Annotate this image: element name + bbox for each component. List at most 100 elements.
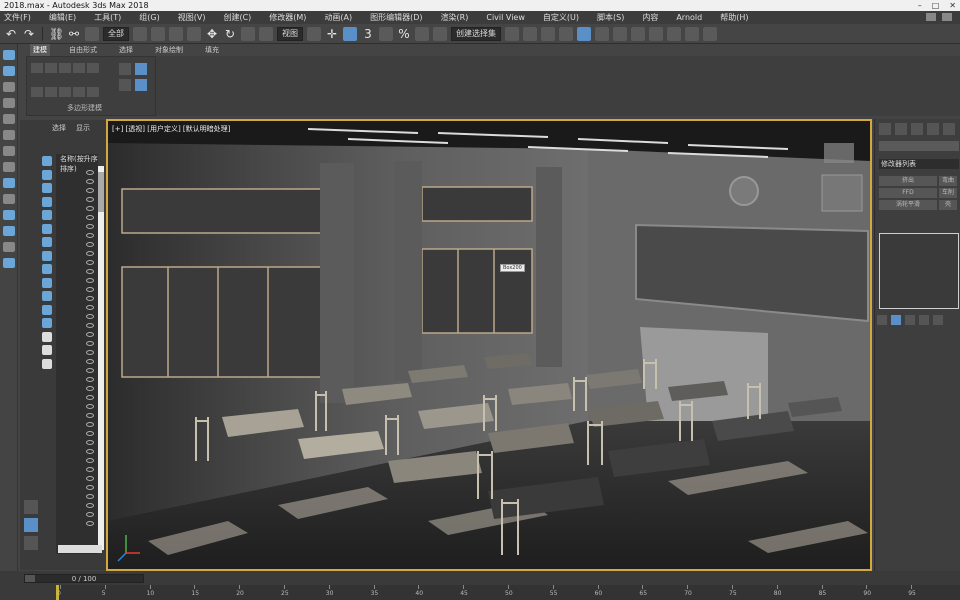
hierarchy-tab-icon[interactable] [911,123,923,135]
link-icon[interactable]: ⛓ [49,27,64,41]
configure-modifier-sets-icon[interactable] [933,315,943,325]
create-light-icon[interactable] [2,50,15,60]
eye-icon[interactable] [86,359,94,364]
camera-icon[interactable] [2,210,15,220]
eye-icon[interactable] [86,206,94,211]
modify-tab-icon[interactable] [895,123,907,135]
eye-icon[interactable] [86,269,94,274]
eye-icon[interactable] [86,251,94,256]
ribbon-tool-icon[interactable] [31,63,43,73]
filter-cameras-icon[interactable] [42,196,52,207]
eye-icon[interactable] [86,377,94,382]
scrollbar-thumb[interactable] [98,172,104,212]
ribbon-tab-modeling[interactable]: 建模 [30,44,50,56]
menu-item-content[interactable]: 内容 [642,12,658,23]
eye-icon[interactable] [86,368,94,373]
select-by-name-icon[interactable] [151,26,165,41]
modifier-stack[interactable] [879,233,959,309]
render-setup-icon[interactable] [649,26,663,41]
minimize-icon[interactable]: – [918,0,922,11]
selection-filter-dropdown[interactable]: 全部 [103,26,129,41]
select-object-icon[interactable] [133,26,147,41]
eye-icon[interactable] [86,296,94,301]
eye-icon[interactable] [86,503,94,508]
scene-explorer-tab-display[interactable]: 显示 [76,120,90,136]
expand-arrow-icon[interactable] [24,500,38,514]
display-tab-icon[interactable] [943,123,955,135]
remove-modifier-icon[interactable] [919,315,929,325]
track-bar[interactable]: 0 5 10 15 20 25 30 35 40 45 50 55 60 65 70 75 80 85 90 95 [56,585,960,600]
ribbon-tab-object-paint[interactable]: 对象绘制 [152,44,186,56]
create-tab-icon[interactable] [879,123,891,135]
time-slider[interactable]: 0 / 100 [24,574,144,583]
menu-item-customize[interactable]: 自定义(U) [543,12,579,23]
unlink-icon[interactable]: ⚯ [67,27,81,41]
eye-icon[interactable] [86,314,94,319]
named-selection-dropdown[interactable]: 创建选择集 [451,26,501,41]
show-end-result-icon[interactable] [891,315,901,325]
ribbon-tool-icon[interactable] [135,79,147,91]
eye-icon[interactable] [86,404,94,409]
ribbon-tool-icon[interactable] [119,79,131,91]
hierarchy-icon[interactable] [2,82,15,92]
scene-explorer-tab-select[interactable]: 选择 [52,120,66,136]
toggle-scene-explorer-icon[interactable] [541,26,555,41]
scale-icon[interactable] [241,26,255,41]
frame-icon[interactable] [2,226,15,236]
eye-icon[interactable] [86,287,94,292]
edit-named-selection-icon[interactable] [433,26,447,41]
eye-icon[interactable] [86,332,94,337]
schematic-view-icon[interactable] [613,26,627,41]
eye-icon[interactable] [86,476,94,481]
motion-tab-icon[interactable] [927,123,939,135]
maximize-icon[interactable]: □ [932,0,940,11]
eye-icon[interactable] [86,197,94,202]
layers-icon[interactable] [2,98,15,108]
bind-space-warp-icon[interactable] [85,26,99,41]
eye-icon[interactable] [86,323,94,328]
eye-icon[interactable] [86,449,94,454]
menu-item-file[interactable]: 文件(F) [4,12,31,23]
eye-icon[interactable] [86,305,94,310]
ribbon-tool-icon[interactable] [31,87,43,97]
perspective-viewport[interactable]: [+] [透视] [用户定义] [默认明暗处理] Box200 [106,119,872,571]
ribbon-panel-label[interactable]: 多边形建模 [67,103,102,113]
modifier-button[interactable]: 壳 [939,200,957,210]
eye-icon[interactable] [86,179,94,184]
eye-icon[interactable] [86,512,94,517]
modifier-button[interactable]: 弯曲 [939,176,957,186]
filter-groups-icon[interactable] [42,237,52,247]
eye-icon[interactable] [86,467,94,472]
rendered-frame-window-icon[interactable] [667,26,681,41]
eye-icon[interactable] [86,521,94,526]
menu-item-edit[interactable]: 编辑(E) [49,12,76,23]
filter-selected-icon[interactable] [42,358,52,369]
filter-hidden-icon[interactable] [42,304,52,315]
menu-item-modifiers[interactable]: 修改器(M) [269,12,306,23]
material-editor-icon[interactable] [631,26,645,41]
modifier-button[interactable]: 涡轮平滑 [879,200,937,210]
eye-icon[interactable] [86,233,94,238]
refresh-icon[interactable] [2,162,15,172]
filter-shapes-icon[interactable] [42,169,52,180]
keyboard-shortcut-override-icon[interactable] [343,26,357,41]
bulb-icon[interactable] [2,66,15,76]
eye-icon[interactable] [86,440,94,445]
eye-icon[interactable] [2,242,15,252]
menu-item-rendering[interactable]: 渲染(R) [441,12,469,23]
object-name-field[interactable] [879,141,959,151]
object-icon[interactable] [2,178,15,188]
menu-item-create[interactable]: 创建(C) [223,12,251,23]
eye-icon[interactable] [86,422,94,427]
ribbon-tool-icon[interactable] [135,63,147,75]
ribbon-tab-freeform[interactable]: 自由形式 [66,44,100,56]
scene-explorer-mode-icon[interactable] [24,518,38,532]
workspace-icon[interactable] [926,13,936,21]
curve-editor-icon[interactable] [595,26,609,41]
menu-item-help[interactable]: 帮助(H) [720,12,748,23]
eye-icon[interactable] [86,395,94,400]
snap-toggle-icon[interactable]: 3 [361,27,375,41]
menu-item-graph-editors[interactable]: 图形编辑器(D) [370,12,422,23]
ribbon-tool-icon[interactable] [73,63,85,73]
menu-item-animation[interactable]: 动画(A) [324,12,352,23]
